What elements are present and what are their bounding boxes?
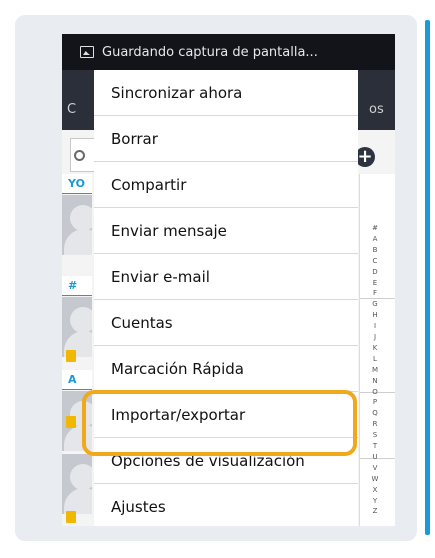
section-header-hash: # bbox=[62, 276, 92, 296]
image-icon bbox=[80, 46, 94, 58]
index-letter[interactable]: T bbox=[370, 442, 380, 451]
index-letter[interactable]: G bbox=[370, 300, 380, 309]
tab-label-left[interactable]: C bbox=[67, 102, 76, 117]
index-letter[interactable]: A bbox=[370, 235, 380, 244]
index-letter[interactable]: Q bbox=[370, 409, 380, 418]
highlight-annotation bbox=[82, 390, 357, 456]
index-letter[interactable]: P bbox=[370, 398, 380, 407]
avatar[interactable] bbox=[62, 195, 92, 255]
index-letter[interactable]: V bbox=[370, 464, 380, 473]
tab-label-right[interactable]: os bbox=[369, 102, 384, 117]
index-letter[interactable]: U bbox=[370, 453, 380, 462]
search-icon bbox=[74, 150, 85, 161]
index-letter[interactable]: N bbox=[370, 377, 380, 386]
alphabet-index[interactable]: # A B C D E F G H I J K L M N O P Q R S T U V W X Y Z bbox=[359, 174, 395, 526]
index-letter[interactable]: B bbox=[370, 246, 380, 255]
avatar[interactable] bbox=[62, 454, 92, 514]
index-letter[interactable]: K bbox=[370, 344, 380, 353]
menu-item-borrar[interactable]: Borrar bbox=[94, 116, 358, 162]
index-letter[interactable]: S bbox=[370, 431, 380, 440]
accent-bar bbox=[425, 20, 430, 535]
index-letter[interactable]: M bbox=[370, 366, 380, 375]
sim-card-icon bbox=[66, 350, 76, 362]
sim-card-icon bbox=[66, 511, 76, 523]
add-contact-icon[interactable]: + bbox=[355, 147, 375, 167]
index-letter[interactable]: W bbox=[370, 475, 380, 484]
index-letter[interactable]: L bbox=[370, 355, 380, 364]
index-letter[interactable]: J bbox=[370, 333, 380, 342]
menu-item-cuentas[interactable]: Cuentas bbox=[94, 300, 358, 346]
menu-item-ajustes[interactable]: Ajustes bbox=[94, 484, 358, 526]
index-letter[interactable]: X bbox=[370, 486, 380, 495]
menu-item-sincronizar[interactable]: Sincronizar ahora bbox=[94, 70, 358, 116]
menu-item-enviar-mensaje[interactable]: Enviar mensaje bbox=[94, 208, 358, 254]
index-letter[interactable]: C bbox=[370, 257, 380, 266]
index-letter[interactable]: # bbox=[370, 224, 380, 233]
index-letter[interactable]: H bbox=[370, 311, 380, 320]
index-letter[interactable]: F bbox=[370, 289, 380, 298]
options-menu: Sincronizar ahora Borrar Compartir Envia… bbox=[94, 70, 358, 526]
avatar[interactable] bbox=[62, 297, 92, 357]
section-header-a: A bbox=[62, 370, 92, 390]
index-letter[interactable]: O bbox=[370, 388, 380, 397]
index-letter[interactable]: I bbox=[370, 322, 380, 331]
menu-item-compartir[interactable]: Compartir bbox=[94, 162, 358, 208]
notification-text: Guardando captura de pantalla... bbox=[102, 44, 318, 60]
menu-item-enviar-email[interactable]: Enviar e-mail bbox=[94, 254, 358, 300]
sim-card-icon bbox=[66, 416, 76, 428]
index-letter[interactable]: Y bbox=[370, 497, 380, 506]
index-letter[interactable]: R bbox=[370, 420, 380, 429]
menu-item-marcacion-rapida[interactable]: Marcación Rápida bbox=[94, 346, 358, 392]
index-letter[interactable]: E bbox=[370, 279, 380, 288]
section-header-yo: YO bbox=[62, 174, 92, 194]
index-letter[interactable]: D bbox=[370, 268, 380, 277]
status-bar: Guardando captura de pantalla... bbox=[62, 34, 395, 70]
index-letter[interactable]: Z bbox=[370, 507, 380, 516]
